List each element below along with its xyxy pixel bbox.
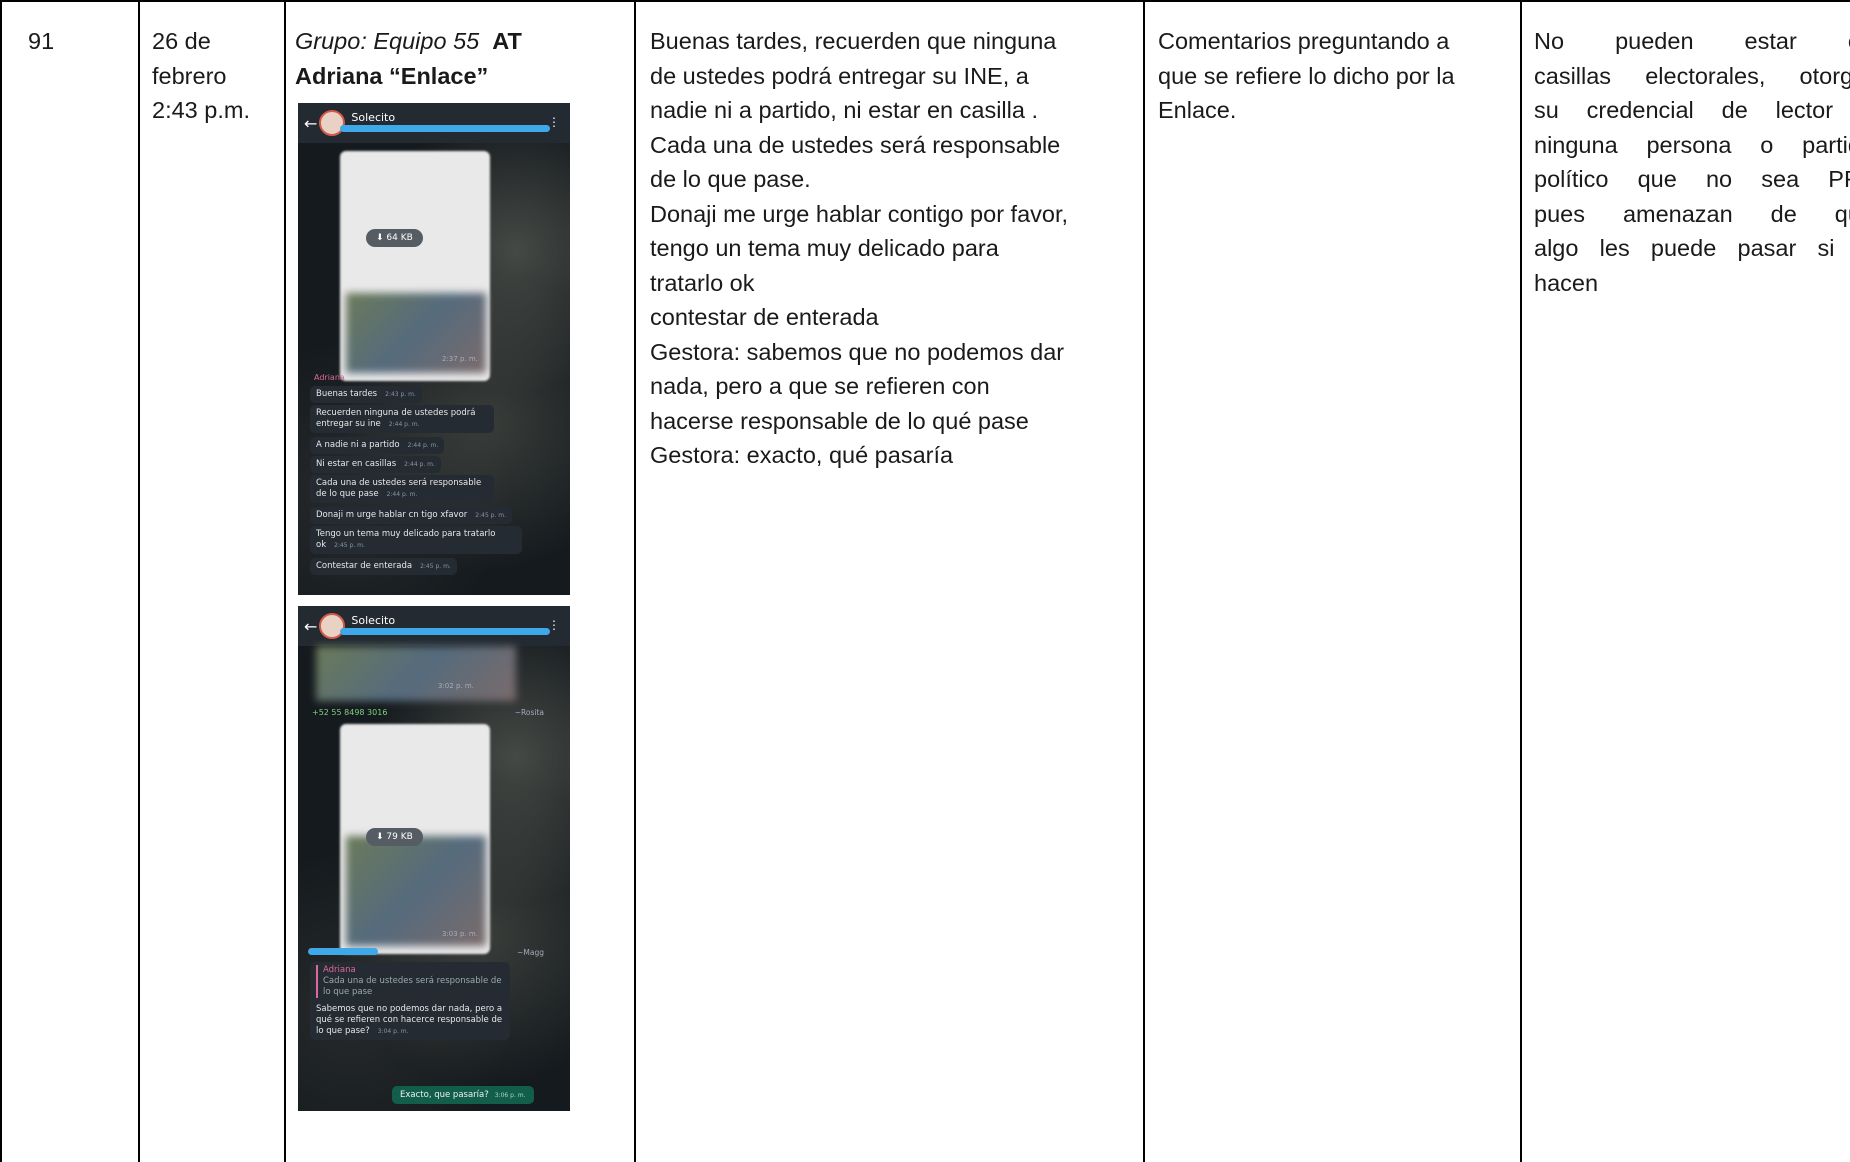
analysis-line: casillas electorales, otorgar	[1534, 62, 1850, 89]
message-line: nada, pero a que se refieren con	[650, 373, 990, 399]
image-time: 3:02 p. m.	[438, 682, 474, 690]
sender-alias: ~Magg	[517, 948, 544, 957]
message-line: hacerse responsable de lo qué pase	[650, 407, 1029, 434]
comment-line: que se refiere lo dicho por la	[1158, 62, 1455, 89]
message-bubble: A nadie ni a partido 2:44 p. m.	[310, 437, 445, 454]
redaction-scribble	[340, 125, 550, 132]
message-line: Buenas tardes, recuerden que ninguna	[650, 28, 1057, 54]
group-prefix: Grupo: Equipo 55	[295, 28, 480, 54]
message-line: Donaji me urge hablar contigo por favor,	[650, 200, 1069, 227]
chat-header: ← Solecito ⋮	[298, 103, 570, 143]
row-number: 91	[28, 28, 55, 54]
analysis-line: algo les puede pasar si lo	[1534, 235, 1850, 261]
download-size: 64 KB	[386, 233, 413, 243]
analysis-cell: No pueden estar en casillas electorales,…	[1534, 24, 1850, 300]
comment-line: Comentarios preguntando a	[1158, 28, 1450, 54]
analysis-line: político que no sea PRI,	[1534, 166, 1850, 192]
back-arrow-icon: ←	[304, 113, 318, 133]
message-bubble: Recuerden ninguna de ustedes podrá entre…	[310, 405, 494, 433]
date-cell: 26 de febrero 2:43 p.m.	[152, 24, 277, 128]
contact-name: Solecito	[351, 613, 396, 627]
back-arrow-icon: ←	[304, 616, 318, 636]
analysis-line: No pueden estar en	[1534, 28, 1850, 54]
image-time: 3:03 p. m.	[442, 930, 478, 938]
column-divider-4	[1143, 0, 1145, 1162]
redaction-scribble	[308, 948, 378, 955]
sender-alias: ~Rosita	[514, 708, 544, 717]
group-name: Adriana “Enlace”	[295, 62, 489, 89]
column-divider-1	[138, 0, 140, 1162]
message-bubble: Contestar de enterada 2:45 p. m.	[310, 558, 457, 575]
date-line: 26 de	[152, 28, 211, 54]
reply-bubble: Adriana Cada una de ustedes será respons…	[310, 962, 510, 1040]
chat-screenshot-1: ← Solecito ⋮ ⬇ 64 KB 2:37 p. m. Adriana …	[298, 103, 570, 595]
analysis-line: ninguna persona o partido	[1534, 131, 1850, 158]
download-size: 79 KB	[386, 832, 413, 842]
chat-header: ← Solecito ⋮	[298, 606, 570, 646]
message-line: nadie ni a partido, ni estar en casilla …	[650, 97, 1038, 123]
analysis-line: su credencial de lector a	[1534, 97, 1850, 123]
quoted-message: Adriana Cada una de ustedes será respons…	[316, 965, 504, 998]
phone-number: +52 55 8498 3016	[312, 708, 388, 717]
row-number-cell: 91	[28, 24, 128, 59]
comment-line: Enlace.	[1158, 97, 1237, 123]
message-bubble: Donaji m urge hablar cn tigo xfavor 2:45 …	[310, 507, 513, 524]
message-line: contestar de enterada	[650, 304, 879, 330]
column-divider-5	[1520, 0, 1522, 1162]
column-divider-2	[284, 0, 286, 1162]
message-bubble: Tengo un tema muy delicado para tratarlo…	[310, 526, 522, 554]
redaction-scribble	[340, 628, 550, 635]
download-pill: ⬇ 64 KB	[366, 229, 423, 247]
message-line: tengo un tema muy delicado para	[650, 235, 999, 261]
message-line: Gestora: exacto, qué pasaría	[650, 442, 954, 468]
outgoing-bubble: Exacto, que pasaría? 3:06 p. m.	[392, 1086, 534, 1104]
message-line: de lo que pase.	[650, 166, 811, 192]
table-left-border	[0, 0, 2, 1162]
sender-name: Adriana	[314, 373, 345, 382]
message-line: Cada una de ustedes será responsable	[650, 131, 1061, 158]
download-icon: ⬇	[376, 233, 384, 243]
report-table: 91 26 de febrero 2:43 p.m. Grupo: Equipo…	[0, 0, 1850, 1162]
image-time: 2:37 p. m.	[442, 355, 478, 363]
date-line: febrero	[152, 62, 227, 89]
message-bubble: Buenas tardes 2:43 p. m.	[310, 386, 422, 403]
blurred-photo	[316, 646, 516, 701]
time-line: 2:43 p.m.	[152, 97, 250, 123]
group-heading: Grupo: Equipo 55 AT	[295, 24, 615, 59]
message-bubble: Cada una de ustedes será responsable de …	[310, 475, 494, 503]
download-pill: ⬇ 79 KB	[366, 828, 423, 846]
analysis-line: pues amenazan de que	[1534, 200, 1850, 227]
message-line: Gestora: sabemos que no podemos dar	[650, 338, 1065, 365]
message-line: de ustedes podrá entregar su INE, a	[650, 62, 1029, 89]
comments-cell: Comentarios preguntando a que se refiere…	[1158, 24, 1503, 128]
contact-name: Solecito	[351, 110, 396, 124]
message-line: tratarlo ok	[650, 269, 755, 296]
avatar	[319, 613, 346, 639]
table-top-border	[0, 0, 1850, 2]
group-cell: Grupo: Equipo 55 AT Adriana “Enlace”	[295, 24, 615, 93]
message-bubble: Ni estar en casillas 2:44 p. m.	[310, 456, 441, 473]
message-cell: Buenas tardes, recuerden que ninguna de …	[650, 24, 1135, 473]
column-divider-3	[634, 0, 636, 1162]
analysis-line: hacen	[1534, 269, 1599, 296]
avatar	[319, 110, 346, 136]
chat-screenshot-2: ← Solecito ⋮ 3:02 p. m. +52 55 8498 3016…	[298, 606, 570, 1111]
group-at: AT	[492, 28, 522, 54]
download-icon: ⬇	[376, 832, 384, 842]
